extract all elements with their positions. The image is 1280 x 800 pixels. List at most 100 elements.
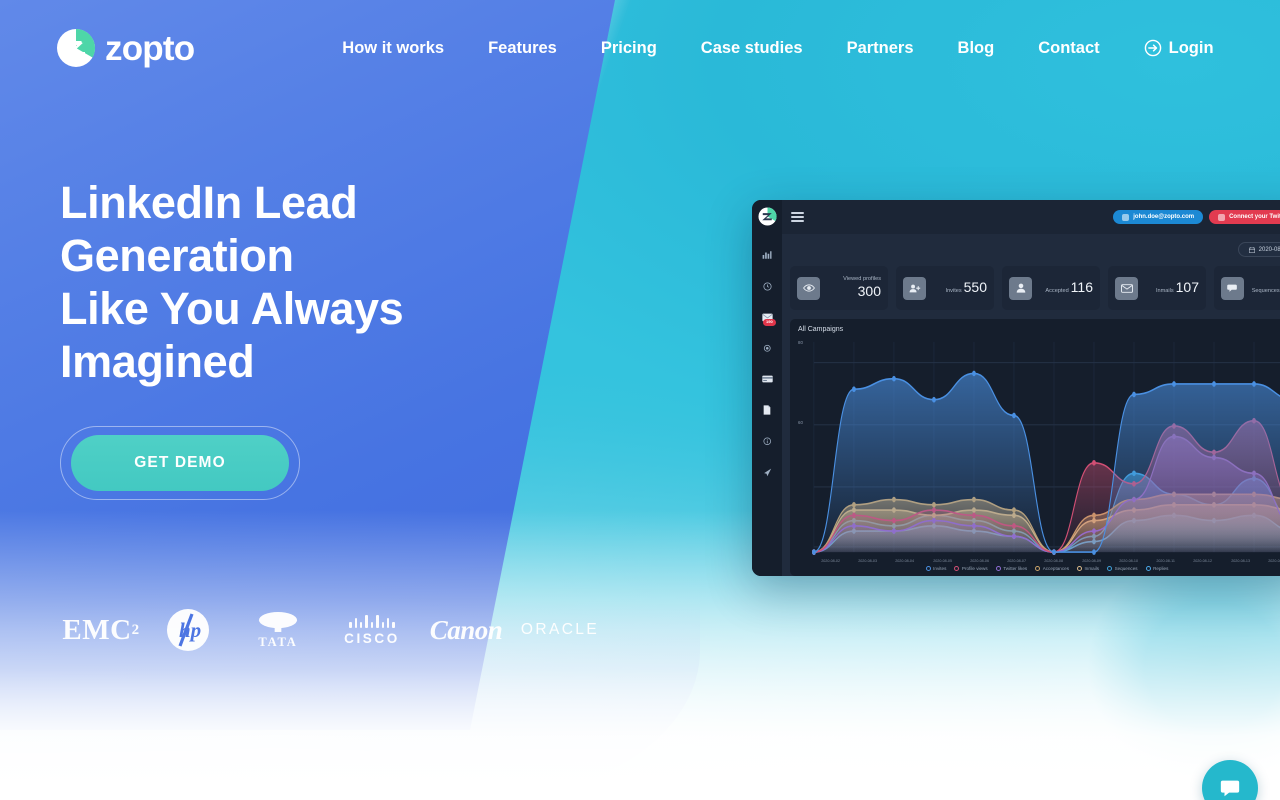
- calendar-icon: [1248, 246, 1255, 253]
- account-email: john.doe@zopto.com: [1133, 214, 1195, 220]
- login-label: Login: [1168, 38, 1214, 57]
- user-add-icon: [903, 276, 926, 300]
- nav-links: How it works Features Pricing Case studi…: [320, 39, 1213, 58]
- dashboard-logo-icon: [757, 207, 777, 226]
- x-tick-label: 2020-08-14: [1268, 558, 1280, 563]
- nav-link-contact[interactable]: Contact: [1016, 39, 1121, 58]
- stat-value: 300: [857, 283, 881, 300]
- legend-marker-icon: [1145, 566, 1151, 571]
- stat-card-invites[interactable]: Invites 550: [896, 266, 994, 310]
- zopto-logo-icon: [56, 28, 96, 68]
- logo-tata-icon: TATA: [232, 610, 324, 650]
- date-range-picker[interactable]: 2020-08-02 -: [1237, 242, 1280, 257]
- x-tick-label: 2020-08-11: [1156, 558, 1176, 563]
- logo-emc-icon: EMC 2: [62, 613, 140, 646]
- nav-link-case-studies[interactable]: Case studies: [679, 39, 825, 58]
- hero-section: LinkedIn Lead Generation Like You Always…: [60, 176, 520, 500]
- account-pill[interactable]: john.doe@zopto.com: [1113, 210, 1204, 224]
- nav-link-how-it-works[interactable]: How it works: [320, 39, 466, 58]
- login-arrow-icon: [1144, 39, 1162, 57]
- chat-bubble-icon: [1221, 276, 1244, 300]
- chart-plot-area: 80 60: [798, 336, 1280, 558]
- legend-item[interactable]: Acceptances: [1035, 566, 1069, 571]
- chart-svg: [812, 341, 1280, 555]
- envelope-icon: [1115, 276, 1138, 300]
- hero-line-3: Like You Always: [60, 283, 404, 334]
- twitter-alert-pill[interactable]: Connect your Twitter ac: [1209, 210, 1280, 224]
- all-campaigns-chart: All Campaigns 80 60 2020-08-02 2020-08-03…: [790, 319, 1280, 576]
- nav-link-pricing[interactable]: Pricing: [579, 39, 679, 58]
- x-tick-label: 2020-08-03: [858, 558, 878, 563]
- legend-marker-icon: [1035, 566, 1041, 571]
- legend-label: Sequences: [1114, 566, 1138, 571]
- legend-label: Invites: [933, 566, 947, 571]
- nav-link-partners[interactable]: Partners: [825, 39, 936, 58]
- legend-item[interactable]: Sequences: [1107, 566, 1138, 571]
- nav-link-blog[interactable]: Blog: [936, 39, 1017, 58]
- legend-item[interactable]: Inmails: [1077, 566, 1099, 571]
- legend-marker-icon: [995, 566, 1001, 571]
- hero-line-2: Generation: [60, 230, 294, 281]
- date-range-value: 2020-08-02 -: [1258, 246, 1280, 253]
- x-tick-label: 2020-08-07: [1007, 558, 1027, 563]
- stat-label: Invites: [945, 288, 962, 295]
- stat-label: Inmails: [1155, 288, 1174, 295]
- legend-item[interactable]: Invites: [925, 566, 947, 571]
- stat-label: Accepted: [1045, 288, 1069, 295]
- sidebar-item-inbox[interactable]: 190: [755, 306, 779, 328]
- x-tick-label: 2020-08-05: [932, 558, 952, 563]
- chart-legend: Invites Profile views Twitter likes Accepta…: [798, 563, 1280, 572]
- chart-x-axis: 2020-08-02 2020-08-03 2020-08-04 2020-08-05…: [798, 558, 1280, 563]
- stat-card-accepted[interactable]: Accepted 116: [1002, 266, 1100, 310]
- sidebar-item-documents[interactable]: [755, 399, 779, 421]
- hero-line-1: LinkedIn Lead: [60, 177, 358, 228]
- stat-card-inmails[interactable]: Inmails 107: [1108, 266, 1206, 310]
- top-navigation: zopto How it works Features Pricing Case…: [0, 0, 1280, 96]
- brand-logo[interactable]: zopto: [56, 28, 195, 68]
- stat-card-viewed-profiles[interactable]: Viewed profiles 300: [790, 266, 888, 310]
- chat-widget-icon: [1220, 780, 1240, 797]
- logo-cisco-icon: CISCO: [324, 614, 420, 646]
- stat-cards: Viewed profiles 300 Invites 550 Accepted…: [790, 266, 1280, 310]
- legend-label: Acceptances: [1042, 566, 1069, 571]
- x-tick-label: 2020-08-06: [970, 558, 989, 563]
- legend-item[interactable]: Profile views: [954, 566, 988, 571]
- get-demo-button[interactable]: GET DEMO: [71, 435, 289, 491]
- sidebar-item-billing[interactable]: [755, 368, 779, 390]
- sidebar-item-send[interactable]: [755, 461, 779, 483]
- page-stage: zopto How it works Features Pricing Case…: [0, 0, 1280, 800]
- sidebar-item-analytics[interactable]: [755, 244, 779, 266]
- sidebar-item-target[interactable]: [755, 275, 779, 297]
- logo-oracle-icon: ORACLE: [520, 621, 600, 638]
- page-title: LinkedIn Lead Generation Like You Always…: [60, 176, 520, 388]
- dashboard-main: john.doe@zopto.com Connect your Twitter …: [782, 200, 1280, 576]
- eye-icon: [797, 276, 820, 300]
- hero-line-4: Imagined: [60, 336, 255, 387]
- x-tick-label: 2020-08-13: [1230, 558, 1250, 563]
- x-tick-label: 2020-08-12: [1193, 558, 1213, 563]
- dashboard-body: 2020-08-02 - Viewed profiles 300: [782, 234, 1280, 576]
- hamburger-menu-icon[interactable]: [791, 211, 804, 223]
- nav-link-features[interactable]: Features: [466, 39, 579, 58]
- sidebar-item-info[interactable]: [755, 430, 779, 452]
- legend-marker-icon: [925, 566, 931, 571]
- legend-marker-icon: [1077, 566, 1082, 571]
- legend-label: Inmails: [1084, 566, 1100, 571]
- inbox-badge: 190: [763, 319, 776, 326]
- nav-link-login[interactable]: Login: [1122, 39, 1214, 58]
- stat-card-sequences[interactable]: Sequences 207: [1214, 266, 1280, 310]
- legend-item[interactable]: Replies: [1145, 566, 1168, 571]
- x-tick-label: 2020-08-09: [1081, 558, 1101, 563]
- user-icon: [1009, 276, 1032, 300]
- legend-label: Profile views: [961, 566, 988, 571]
- twitter-alert-label: Connect your Twitter ac: [1229, 214, 1280, 220]
- sidebar-item-settings[interactable]: [755, 337, 779, 359]
- user-badge-icon: [1122, 213, 1130, 221]
- stat-label: Sequences: [1251, 288, 1280, 295]
- alert-warning-icon: [1218, 213, 1226, 221]
- legend-item[interactable]: Twitter likes: [995, 566, 1027, 571]
- x-tick-label: 2020-08-04: [895, 558, 915, 563]
- date-range-row: 2020-08-02 -: [790, 242, 1280, 257]
- stat-label: Viewed profiles: [843, 276, 881, 283]
- x-tick-label: 2020-08-08: [1044, 558, 1064, 563]
